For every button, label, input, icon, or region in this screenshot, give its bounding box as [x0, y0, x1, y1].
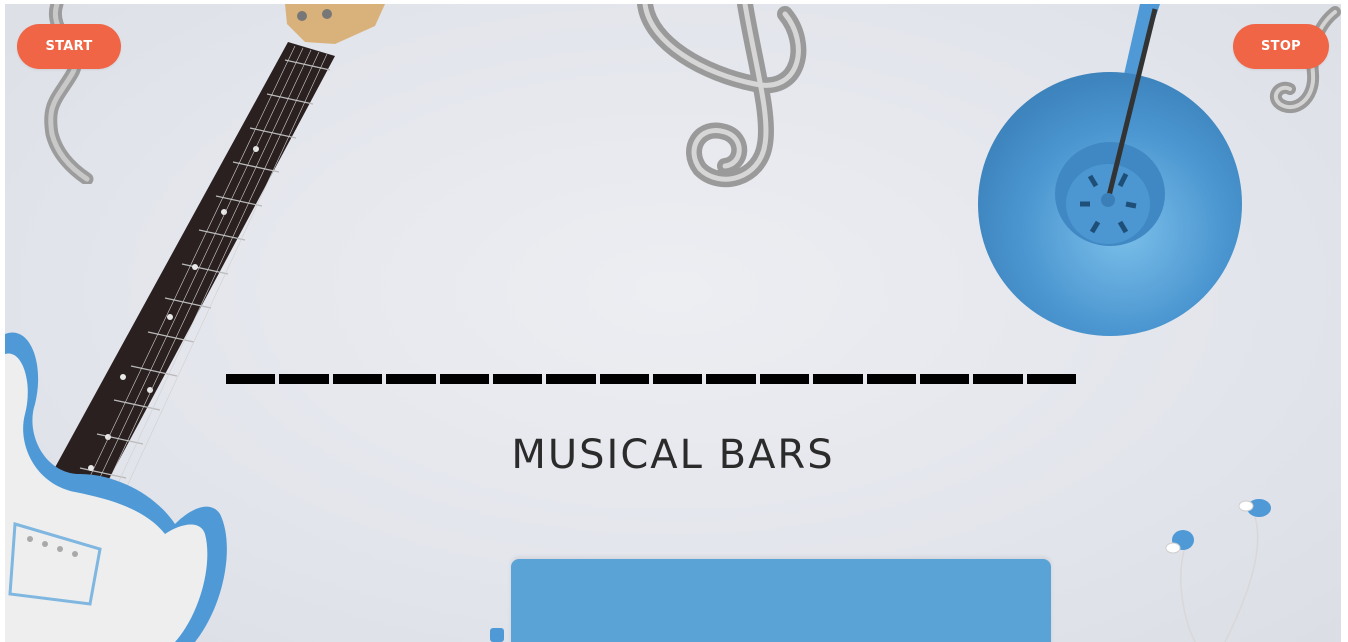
- music-bar: [226, 374, 276, 384]
- music-bar: [813, 374, 863, 384]
- music-bars-visualizer: [226, 374, 1076, 384]
- page-title: MUSICAL BARS: [511, 432, 835, 478]
- music-bar: [759, 374, 810, 384]
- music-bar: [1026, 374, 1076, 384]
- music-bar: [279, 374, 329, 384]
- music-bar: [599, 374, 649, 384]
- blue-lamp-icon: [978, 4, 1242, 336]
- music-bar: [919, 374, 970, 384]
- music-stage: START STOP MUSICAL BARS: [5, 4, 1341, 642]
- treble-clef-icon: [637, 4, 807, 188]
- music-bar: [706, 374, 756, 384]
- music-bar: [439, 374, 489, 384]
- music-bar: [386, 374, 436, 384]
- start-button[interactable]: START: [17, 24, 121, 69]
- earphones-icon: [1165, 499, 1271, 642]
- electric-guitar-icon: [5, 4, 385, 642]
- blue-keyboard-case: [511, 559, 1051, 642]
- stop-button[interactable]: STOP: [1233, 24, 1329, 69]
- music-bar: [332, 374, 383, 384]
- music-bar: [866, 374, 916, 384]
- keyboard-case-latch: [490, 628, 504, 642]
- music-bar: [492, 374, 543, 384]
- music-bar: [973, 374, 1023, 384]
- music-bar: [653, 374, 703, 384]
- music-bar: [546, 374, 596, 384]
